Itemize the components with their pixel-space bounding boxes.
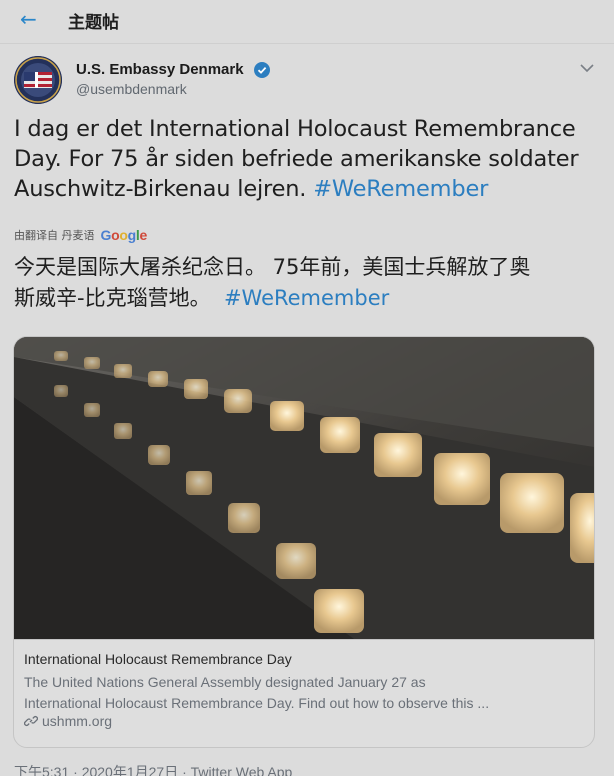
top-bar: ← 主题帖: [0, 0, 614, 40]
google-logo: Google: [100, 227, 148, 243]
translation-label: 由翻译自 丹麦语: [14, 229, 95, 242]
card-image: [14, 337, 594, 639]
tweet-line: Auschwitz-Birkenau lejren. #WeRemember: [14, 174, 606, 204]
chevron-down-icon[interactable]: [578, 60, 596, 74]
divider: [0, 43, 614, 44]
avatar[interactable]: [14, 56, 62, 104]
link-icon: [23, 714, 39, 728]
translated-text: 今天是国际大屠杀纪念日。 75年前，美国士兵解放了奥 斯威辛-比克瑙营地。 #W…: [14, 252, 606, 314]
translated-line: 斯威辛-比克瑙营地。 #WeRemember: [14, 283, 606, 314]
link-card[interactable]: International Holocaust Remembrance Day …: [13, 336, 595, 748]
card-domain-text: ushmm.org: [42, 713, 113, 729]
hashtag-link[interactable]: #WeRemember: [224, 286, 389, 310]
card-description: The United Nations General Assembly desi…: [24, 672, 586, 714]
author-handle[interactable]: @usembdenmark: [76, 81, 187, 97]
card-description-line: The United Nations General Assembly desi…: [24, 674, 426, 690]
translated-line-text: 斯威辛-比克瑙营地。: [14, 286, 211, 310]
tweet-timestamp[interactable]: 下午5:31 · 2020年1月27日 · Twitter Web App: [14, 762, 292, 776]
translation-attribution[interactable]: 由翻译自 丹麦语 Google: [14, 226, 147, 244]
page-title: 主题帖: [68, 13, 119, 33]
card-description-line: International Holocaust Remembrance Day.…: [24, 695, 490, 711]
tweet-line-text: Auschwitz-Birkenau lejren.: [14, 176, 307, 202]
card-domain: ushmm.org: [23, 713, 113, 729]
author-name[interactable]: U.S. Embassy Denmark: [76, 61, 244, 78]
back-arrow-icon[interactable]: ←: [20, 9, 40, 29]
tweet-line: I dag er det International Holocaust Rem…: [14, 116, 576, 142]
tweet-line: Day. For 75 år siden befriede amerikansk…: [14, 146, 579, 172]
hashtag-link[interactable]: #WeRemember: [313, 176, 488, 202]
card-title: International Holocaust Remembrance Day: [24, 651, 292, 667]
tweet-text: I dag er det International Holocaust Rem…: [14, 114, 606, 204]
translated-line: 今天是国际大屠杀纪念日。 75年前，美国士兵解放了奥: [14, 255, 531, 279]
divider: [14, 639, 594, 640]
verified-badge-icon: [254, 62, 270, 78]
